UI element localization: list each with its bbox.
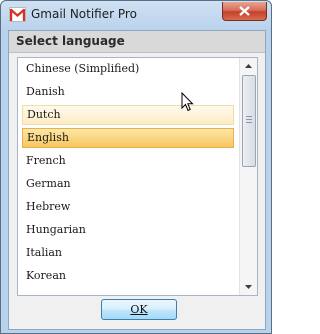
section-title: Select language [16, 34, 125, 48]
title-bar[interactable]: Gmail Notifier Pro [1, 1, 271, 29]
window-title: Gmail Notifier Pro [31, 7, 137, 21]
dialog-window: Gmail Notifier Pro Select language Chine… [0, 0, 272, 334]
list-item-selected[interactable]: English [22, 128, 234, 148]
list-item[interactable]: Hebrew [22, 197, 234, 217]
vertical-scrollbar[interactable] [239, 58, 257, 295]
mouse-pointer-icon [181, 92, 194, 112]
list-item-hovered[interactable]: Dutch [22, 105, 234, 125]
language-list[interactable]: Chinese (Simplified) Danish Dutch Englis… [17, 57, 258, 296]
scroll-up-button[interactable] [240, 58, 257, 74]
list-item[interactable]: French [22, 151, 234, 171]
ok-button[interactable]: OK [101, 299, 177, 320]
list-item[interactable]: Chinese (Simplified) [22, 59, 234, 79]
list-item[interactable]: Korean [22, 266, 234, 286]
close-button[interactable] [222, 2, 267, 21]
list-item[interactable]: Hungarian [22, 220, 234, 240]
gmail-icon [9, 7, 26, 22]
list-item[interactable]: Italian [22, 243, 234, 263]
dialog-body: Select language Chinese (Simplified) Dan… [8, 30, 266, 330]
thumb-grip [246, 122, 252, 123]
thumb-grip [246, 116, 252, 117]
close-icon [239, 6, 250, 16]
scroll-thumb[interactable] [242, 75, 256, 167]
section-header: Select language [9, 31, 265, 53]
thumb-grip [246, 119, 252, 120]
list-item[interactable]: Danish [22, 82, 234, 102]
chevron-up-icon [245, 64, 252, 68]
scroll-down-button[interactable] [240, 279, 257, 295]
chevron-down-icon [245, 285, 252, 289]
list-item[interactable]: German [22, 174, 234, 194]
